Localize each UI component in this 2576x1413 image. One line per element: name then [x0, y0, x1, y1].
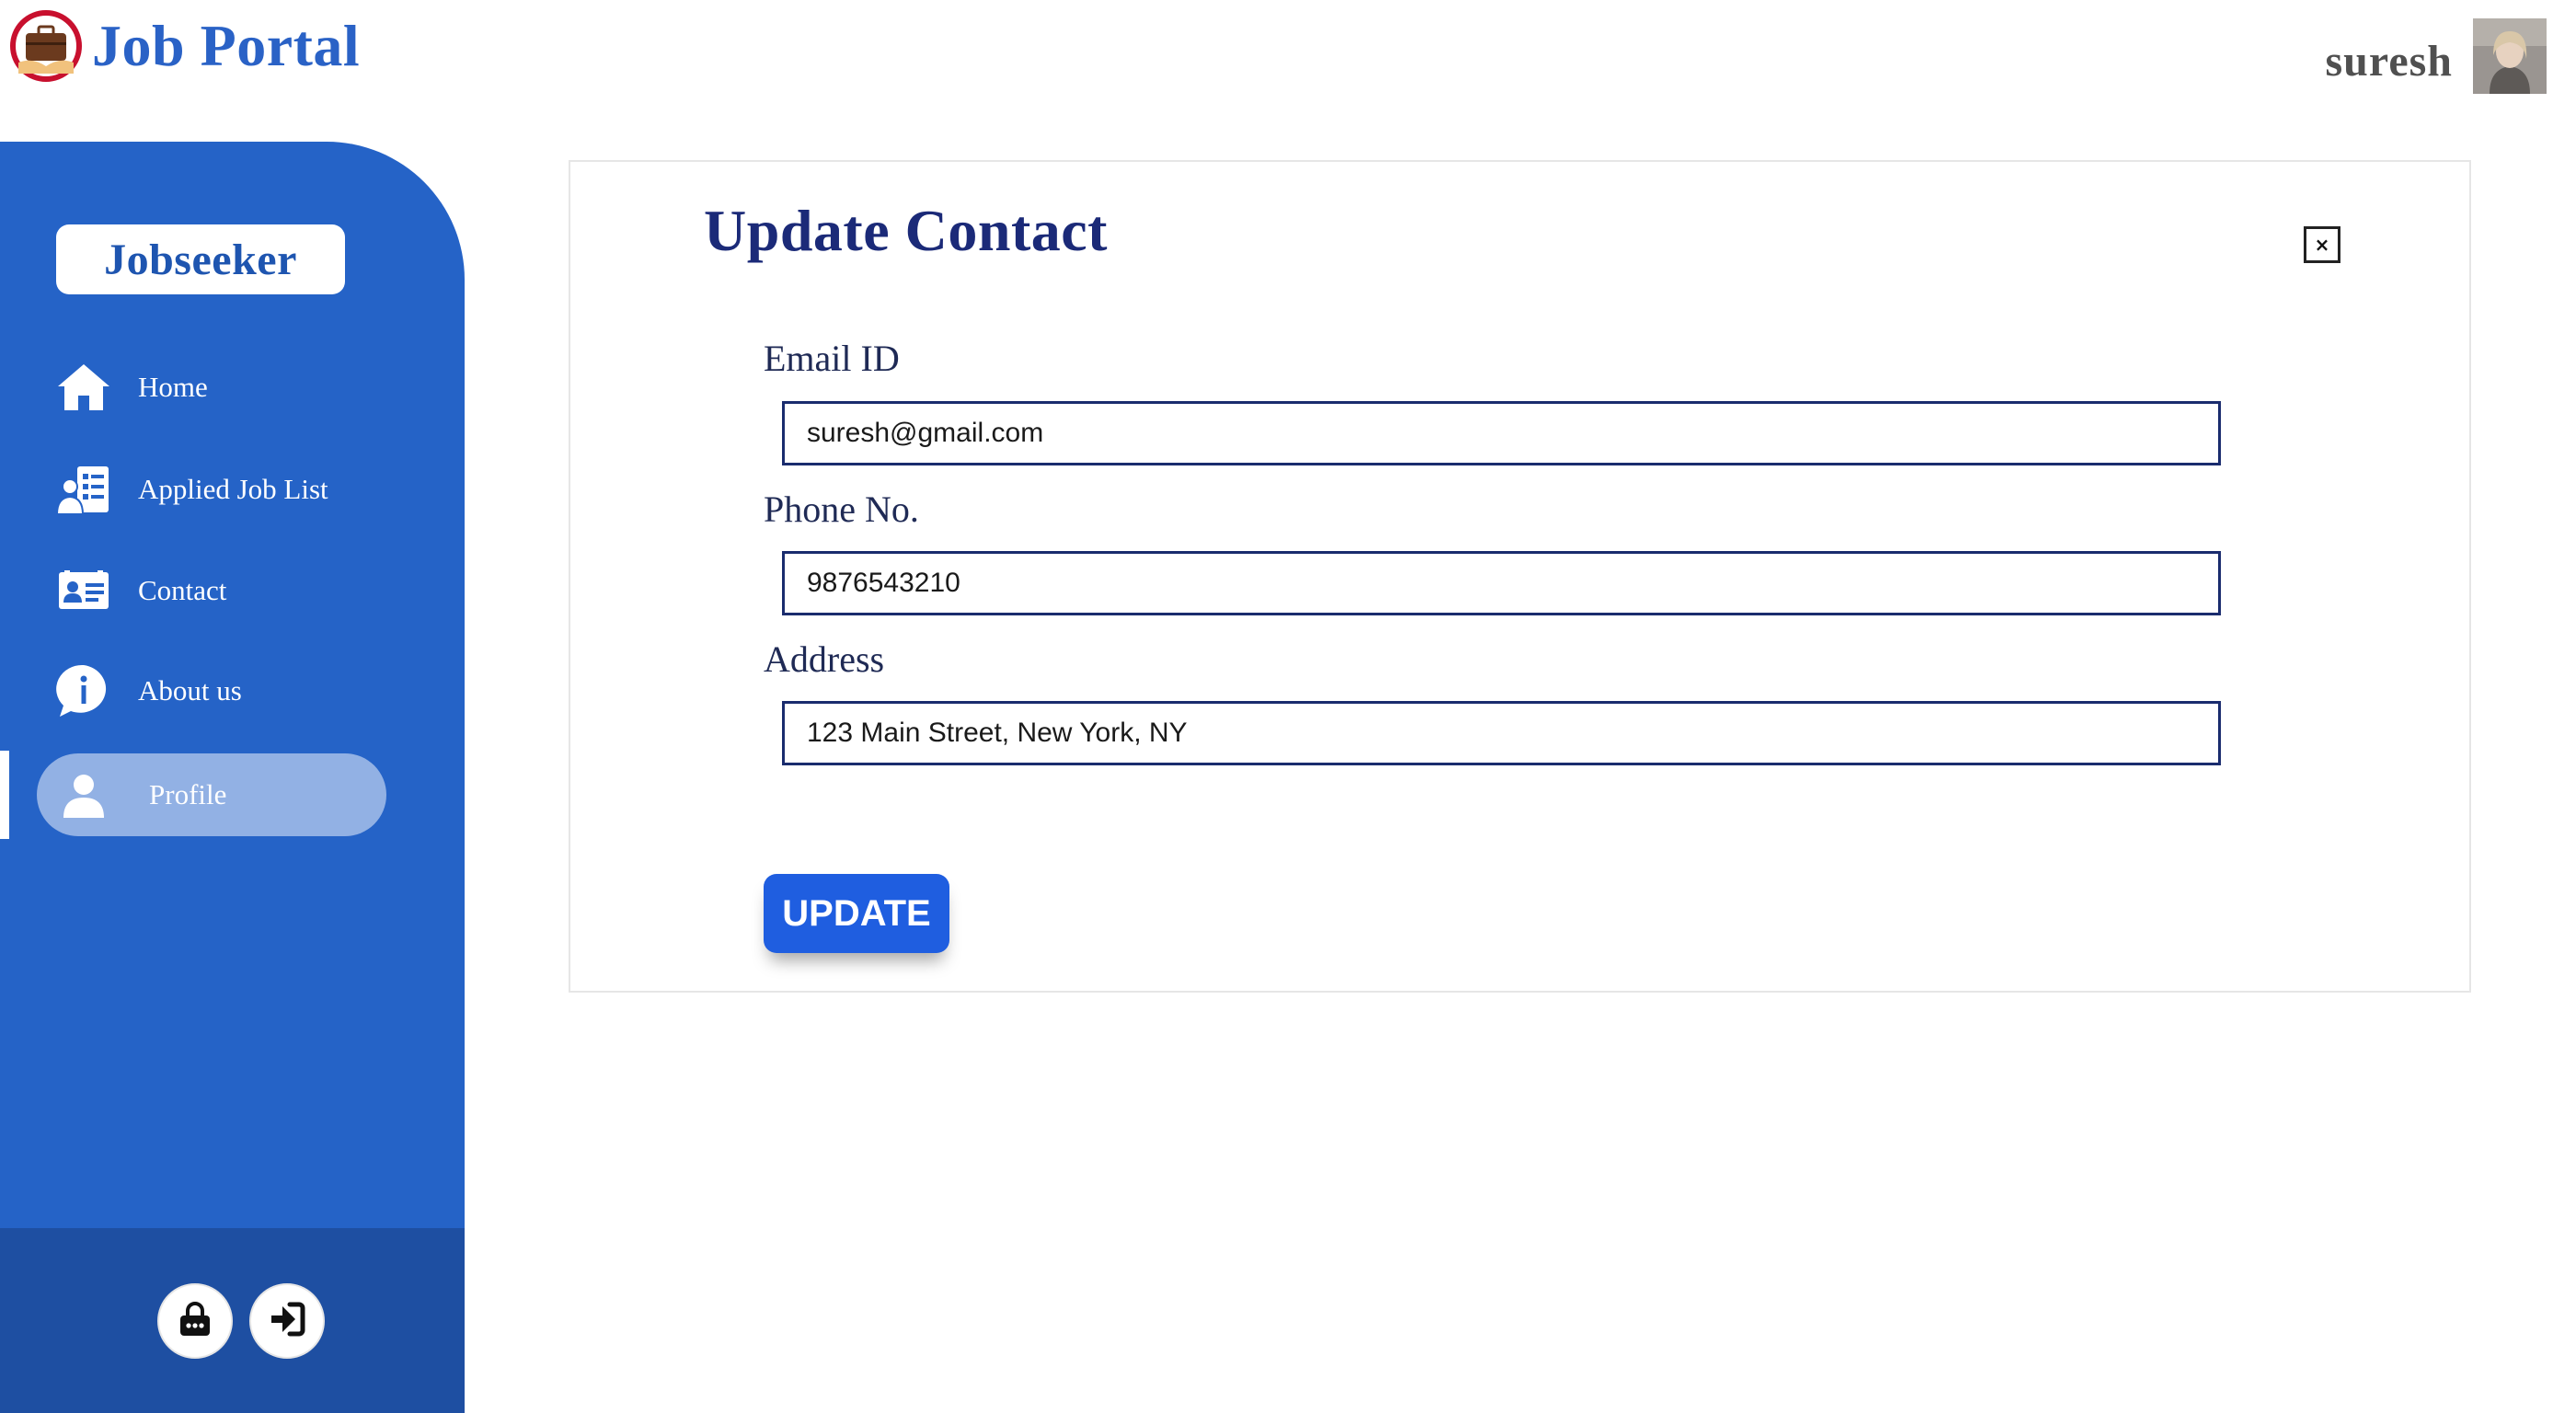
role-badge: Jobseeker	[56, 224, 345, 294]
page-title: Update Contact	[704, 198, 1108, 263]
sidebar-item-label: About us	[138, 674, 242, 706]
user-icon	[55, 766, 112, 823]
sidebar-item-about-us[interactable]: About us	[55, 659, 423, 723]
app-logo[interactable]: Job Portal	[9, 9, 360, 83]
sidebar-footer	[0, 1228, 465, 1413]
update-button[interactable]: UPDATE	[764, 874, 949, 953]
logout-icon	[268, 1301, 306, 1342]
email-field[interactable]	[782, 401, 2221, 465]
sidebar-item-label: Applied Job List	[138, 473, 328, 505]
close-icon: ×	[2314, 234, 2330, 256]
contact-card-icon	[55, 562, 112, 619]
update-contact-card: Update Contact × Email ID Phone No. Addr…	[569, 160, 2471, 993]
sidebar-item-label: Profile	[149, 778, 227, 810]
user-menu[interactable]: suresh	[2326, 18, 2547, 94]
applied-list-icon	[55, 461, 112, 518]
close-button[interactable]: ×	[2304, 226, 2340, 263]
logout-button[interactable]	[249, 1283, 325, 1359]
info-icon	[55, 662, 112, 719]
sidebar: Jobseeker Home Applied Job List Contact …	[0, 142, 465, 1413]
lock-icon	[177, 1301, 213, 1342]
sidebar-item-profile[interactable]: Profile	[55, 763, 423, 827]
sidebar-item-label: Contact	[138, 574, 227, 606]
email-label: Email ID	[764, 338, 900, 379]
address-label: Address	[764, 638, 885, 680]
app-title: Job Portal	[92, 13, 361, 78]
sidebar-item-contact[interactable]: Contact	[55, 558, 423, 623]
sidebar-item-home[interactable]: Home	[55, 355, 423, 419]
lock-button[interactable]	[157, 1283, 233, 1359]
active-indicator	[0, 751, 9, 839]
phone-field[interactable]	[782, 551, 2221, 615]
sidebar-item-label: Home	[138, 371, 208, 403]
home-icon	[55, 359, 112, 416]
briefcase-logo-icon	[9, 9, 83, 83]
address-field[interactable]	[782, 701, 2221, 765]
sidebar-item-applied-job-list[interactable]: Applied Job List	[55, 457, 423, 522]
phone-label: Phone No.	[764, 488, 919, 530]
user-name: suresh	[2325, 36, 2453, 86]
avatar[interactable]	[2473, 18, 2547, 94]
